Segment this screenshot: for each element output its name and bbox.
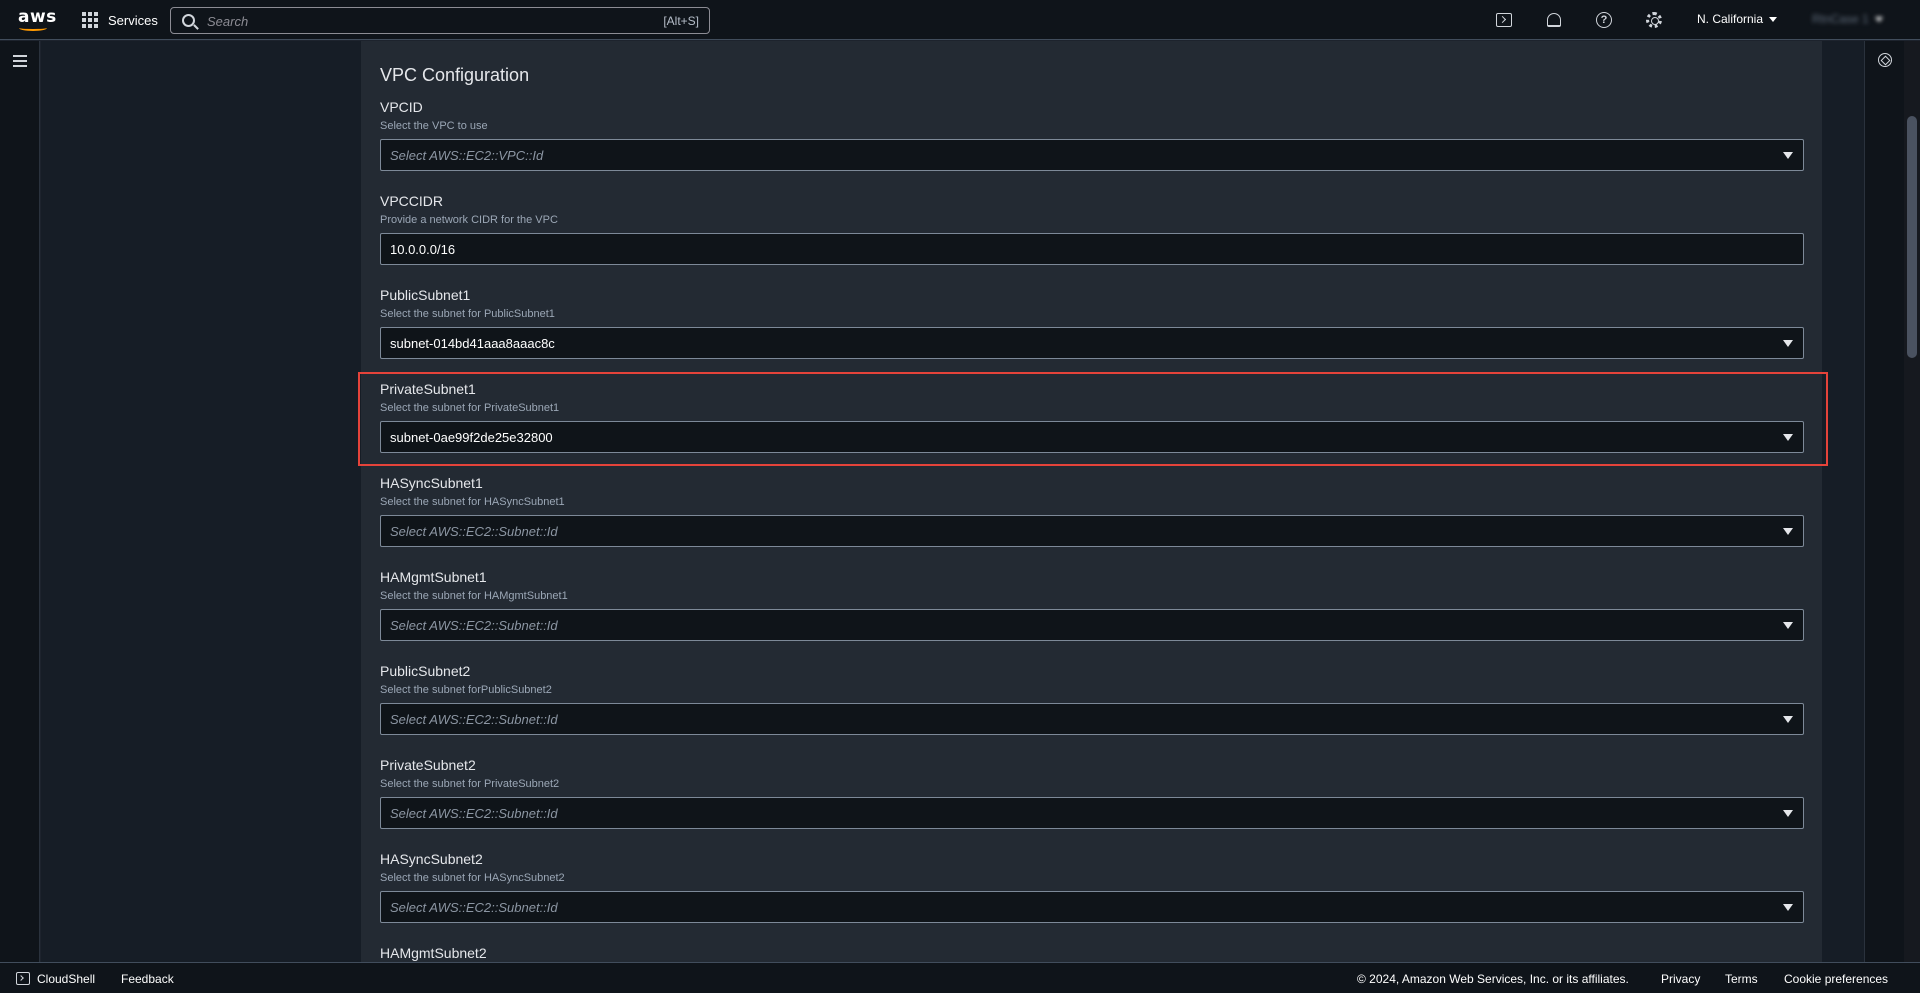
help-icon: ? xyxy=(1596,12,1612,28)
field-privatesubnet1: PrivateSubnet1 Select the subnet for Pri… xyxy=(380,381,1804,453)
caret-down-icon xyxy=(1783,528,1793,535)
caret-down-icon xyxy=(1783,622,1793,629)
top-navigation: aws Services Search [Alt+S] ? N. Califor… xyxy=(0,0,1920,40)
caret-down-icon xyxy=(1783,904,1793,911)
feedback-link[interactable]: Feedback xyxy=(121,972,174,986)
notifications-button[interactable] xyxy=(1544,10,1564,30)
copyright-text: © 2024, Amazon Web Services, Inc. or its… xyxy=(1357,972,1629,986)
services-menu-button[interactable]: Services xyxy=(82,10,158,30)
field-label: HAMgmtSubnet2 xyxy=(380,945,487,961)
field-label: PrivateSubnet2 xyxy=(380,757,476,773)
bell-icon xyxy=(1547,13,1561,27)
cloudshell-link[interactable]: CloudShell xyxy=(37,972,95,986)
privatesubnet1-select[interactable]: subnet-0ae99f2de25e32800 xyxy=(380,421,1804,453)
publicsubnet1-select[interactable]: subnet-014bd41aaa8aaac8c xyxy=(380,327,1804,359)
terminal-icon xyxy=(1496,13,1512,27)
vpccidr-input[interactable]: 10.0.0.0/16 xyxy=(380,233,1804,265)
field-label: HASyncSubnet2 xyxy=(380,851,483,867)
field-description: Select the VPC to use xyxy=(380,120,488,132)
caret-down-icon xyxy=(1769,16,1778,22)
grid-icon xyxy=(82,12,98,28)
terms-link[interactable]: Terms xyxy=(1725,972,1758,986)
search-placeholder: Search xyxy=(207,14,249,29)
field-label: PublicSubnet1 xyxy=(380,287,471,303)
hasyncsubnet1-select[interactable]: Select AWS::EC2::Subnet::Id xyxy=(380,515,1804,547)
publicsubnet2-select[interactable]: Select AWS::EC2::Subnet::Id xyxy=(380,703,1804,735)
page-scrollbar[interactable] xyxy=(1904,41,1920,962)
field-hasyncsubnet1: HASyncSubnet1 Select the subnet for HASy… xyxy=(380,475,1804,547)
field-publicsubnet1: PublicSubnet1 Select the subnet for Publ… xyxy=(380,287,1804,359)
terminal-icon[interactable] xyxy=(16,972,30,985)
field-hamgmtsubnet1: HAMgmtSubnet1 Select the subnet for HAMg… xyxy=(380,569,1804,641)
services-label: Services xyxy=(108,12,158,28)
field-value: Select AWS::EC2::Subnet::Id xyxy=(390,618,558,633)
field-hasyncsubnet2: HASyncSubnet2 Select the subnet for HASy… xyxy=(380,851,1804,923)
caret-down-icon xyxy=(1783,434,1793,441)
field-value: 10.0.0.0/16 xyxy=(390,242,456,257)
field-label: HAMgmtSubnet1 xyxy=(380,569,487,585)
caret-down-icon xyxy=(1783,340,1793,347)
settings-button[interactable] xyxy=(1644,10,1664,30)
caret-down-icon xyxy=(1783,716,1793,723)
search-input[interactable]: Search [Alt+S] xyxy=(170,7,710,34)
vpc-configuration-panel: VPC Configuration VPCID Select the VPC t… xyxy=(361,41,1822,962)
field-label: VPCCIDR xyxy=(380,193,444,209)
left-side-rail xyxy=(0,41,40,962)
field-label: PrivateSubnet1 xyxy=(380,381,476,397)
field-privatesubnet2: PrivateSubnet2 Select the subnet for Pri… xyxy=(380,757,1804,829)
search-shortcut-hint: [Alt+S] xyxy=(663,14,699,28)
field-label: VPCID xyxy=(380,99,423,115)
field-value: subnet-014bd41aaa8aaac8c xyxy=(390,336,555,351)
field-description: Select the subnet for PrivateSubnet1 xyxy=(380,402,560,414)
privatesubnet2-select[interactable]: Select AWS::EC2::Subnet::Id xyxy=(380,797,1804,829)
search-icon xyxy=(182,14,195,27)
field-value: Select AWS::EC2::Subnet::Id xyxy=(390,806,558,821)
field-description: Select the subnet for HASyncSubnet1 xyxy=(380,496,565,508)
scrollbar-thumb[interactable] xyxy=(1907,116,1917,358)
field-vpcid: VPCID Select the VPC to use Select AWS::… xyxy=(380,99,1804,171)
aws-logo-text: aws xyxy=(18,7,57,27)
right-content-gap xyxy=(1822,41,1864,962)
field-description: Select the subnet for HASyncSubnet2 xyxy=(380,872,565,884)
field-value: Select AWS::EC2::Subnet::Id xyxy=(390,900,558,915)
privacy-link[interactable]: Privacy xyxy=(1661,972,1700,986)
cloudshell-nav-button[interactable] xyxy=(1494,10,1514,30)
left-content-gap xyxy=(41,41,361,962)
region-label: N. California xyxy=(1697,12,1764,26)
vpcid-select[interactable]: Select AWS::EC2::VPC::Id xyxy=(380,139,1804,171)
field-description: Provide a network CIDR for the VPC xyxy=(380,214,558,226)
hamgmtsubnet1-select[interactable]: Select AWS::EC2::Subnet::Id xyxy=(380,609,1804,641)
hasyncsubnet2-select[interactable]: Select AWS::EC2::Subnet::Id xyxy=(380,891,1804,923)
field-value: Select AWS::EC2::VPC::Id xyxy=(390,148,544,163)
gear-icon xyxy=(1646,12,1662,28)
help-button[interactable]: ? xyxy=(1594,10,1614,30)
account-menu[interactable]: RtnCase 1 xyxy=(1812,12,1883,26)
right-side-rail xyxy=(1864,41,1904,962)
caret-down-icon xyxy=(1783,810,1793,817)
field-label: PublicSubnet2 xyxy=(380,663,471,679)
field-label: HASyncSubnet1 xyxy=(380,475,483,491)
account-label: RtnCase 1 xyxy=(1812,12,1869,26)
console-footer: CloudShell Feedback © 2024, Amazon Web S… xyxy=(0,962,1920,993)
aws-logo[interactable]: aws xyxy=(18,7,56,33)
field-description: Select the subnet for HAMgmtSubnet1 xyxy=(380,590,568,602)
caret-down-icon xyxy=(1874,16,1883,22)
info-panel-icon[interactable] xyxy=(1878,53,1892,67)
field-hamgmtsubnet2: HAMgmtSubnet2 xyxy=(380,945,1804,961)
field-description: Select the subnet for PrivateSubnet2 xyxy=(380,778,560,790)
caret-down-icon xyxy=(1783,152,1793,159)
field-publicsubnet2: PublicSubnet2 Select the subnet forPubli… xyxy=(380,663,1804,735)
field-vpccidr: VPCCIDR Provide a network CIDR for the V… xyxy=(380,193,1804,265)
field-value: Select AWS::EC2::Subnet::Id xyxy=(390,524,558,539)
field-description: Select the subnet forPublicSubnet2 xyxy=(380,684,552,696)
aws-smile-icon xyxy=(19,25,47,31)
section-title: VPC Configuration xyxy=(380,65,530,85)
field-description: Select the subnet for PublicSubnet1 xyxy=(380,308,555,320)
field-value: Select AWS::EC2::Subnet::Id xyxy=(390,712,558,727)
region-selector[interactable]: N. California xyxy=(1697,12,1778,26)
menu-icon[interactable] xyxy=(13,55,27,67)
cookie-preferences-link[interactable]: Cookie preferences xyxy=(1784,972,1888,986)
field-value: subnet-0ae99f2de25e32800 xyxy=(390,430,553,445)
